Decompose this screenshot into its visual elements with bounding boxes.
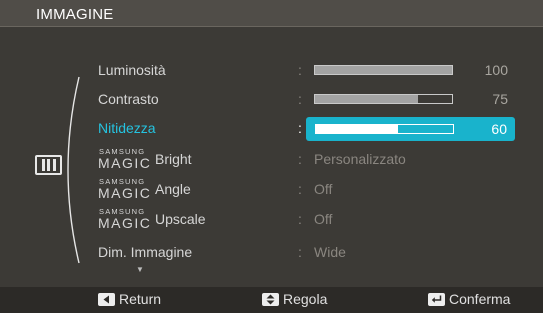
enter-key-icon [428,292,445,306]
menu-item-label: Luminosità [98,62,166,78]
menu-item-value: Off [314,181,333,197]
menu-item-label: Angle [155,181,191,197]
selection-highlight[interactable]: 60 [306,117,515,141]
title-bar: IMMAGINE [0,0,543,27]
slider-value: 60 [491,121,507,137]
adjust-hint[interactable]: Regola [262,291,327,307]
menu-item-label: Bright [155,151,192,167]
menu-item-label: Upscale [155,211,206,227]
colon-separator: : [298,244,302,260]
colon-separator: : [298,211,302,227]
slider-fill [315,66,452,74]
slider-fill [315,95,418,103]
return-label: Return [119,291,162,307]
slider-bar[interactable] [314,94,453,104]
menu-item-label: Nitidezza [98,120,156,136]
menu-title: IMMAGINE [36,6,114,23]
menu-item-label: Dim. Immagine [98,244,193,260]
menu-item-magic-upscale[interactable]: SAMSUNG MAGIC Upscale : Off [98,206,518,232]
return-hint[interactable]: Return [98,291,161,307]
osd-menu: IMMAGINE Luminosità : 100 Contrasto : 75… [0,0,543,313]
left-arrow-key-icon [98,292,115,306]
menu-item-luminosita[interactable]: Luminosità : 100 [98,58,518,84]
colon-separator: : [298,62,302,78]
menu-item-value: Wide [314,244,346,260]
colon-separator: : [298,91,302,107]
menu-item-label: Contrasto [98,91,159,107]
colon-separator: : [298,151,302,167]
picture-menu-icon [35,155,62,175]
footer-bar: Return Regola Conferma [0,287,543,313]
menu-item-dim-immagine[interactable]: Dim. Immagine : Wide [98,240,518,266]
colon-separator: : [298,181,302,197]
slider-value: 75 [492,91,508,107]
confirm-hint[interactable]: Conferma [428,291,510,307]
menu-item-contrasto[interactable]: Contrasto : 75 [98,87,518,113]
menu-arc-decoration [67,76,80,264]
up-down-arrow-key-icon [262,292,279,306]
confirm-label: Conferma [449,291,511,307]
menu-item-magic-angle[interactable]: SAMSUNG MAGIC Angle : Off [98,176,518,202]
menu-item-value: Off [314,211,333,227]
adjust-label: Regola [283,291,328,307]
colon-separator: : [298,120,302,136]
slider-fill [316,125,399,133]
menu-item-magic-bright[interactable]: SAMSUNG MAGIC Bright : Personalizzato [98,146,518,172]
scroll-down-arrow-icon[interactable]: ▼ [136,265,144,274]
slider-value: 100 [484,62,508,78]
menu-item-value: Personalizzato [314,151,406,167]
slider-bar[interactable] [314,65,453,75]
slider-bar[interactable] [315,124,454,134]
menu-item-nitidezza[interactable]: Nitidezza : [98,116,302,142]
